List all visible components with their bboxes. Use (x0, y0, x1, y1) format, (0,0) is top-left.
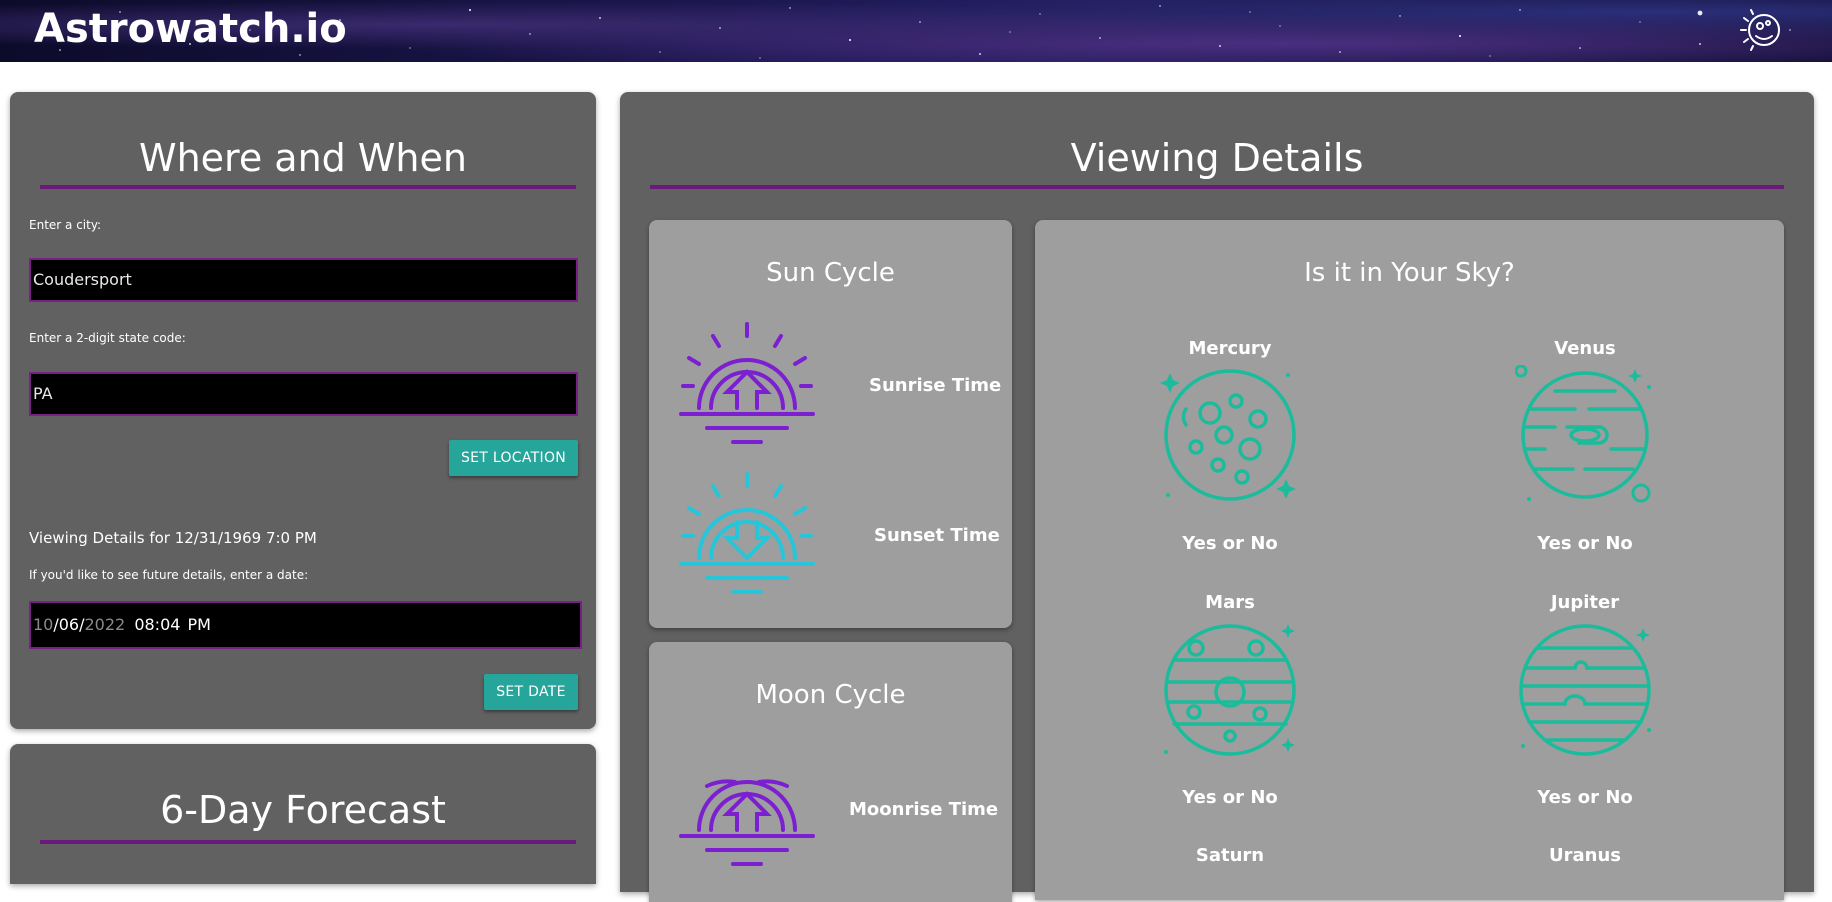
planet-status-mercury: Yes or No (1182, 533, 1278, 554)
viewing-details-card: Viewing Details Sun Cycle Sunrise Time S… (620, 92, 1814, 902)
planet-status-mars: Yes or No (1182, 787, 1278, 808)
date-ampm: PM (187, 615, 211, 634)
sky-title: Is it in Your Sky? (1304, 258, 1515, 288)
planet-status-venus: Yes or No (1537, 533, 1633, 554)
viewing-details-text: Viewing Details for 12/31/1969 7:0 PM (29, 529, 317, 547)
title-divider (650, 185, 1784, 189)
forecast-card: 6-Day Forecast (10, 744, 596, 884)
date-year: 2022 (84, 615, 126, 634)
title-divider (40, 840, 576, 844)
state-label: Enter a 2-digit state code: (29, 331, 186, 345)
moonrise-icon (679, 779, 815, 866)
moonrise-time-label: Moonrise Time (849, 799, 999, 820)
venus-icon (1515, 365, 1651, 503)
city-input[interactable]: Coudersport (29, 258, 578, 302)
sky-card: Is it in Your Sky? Mercury Yes or No Ven… (1035, 220, 1784, 900)
future-date-label: If you'd like to see future details, ent… (29, 568, 309, 582)
city-label: Enter a city: (29, 218, 102, 232)
state-input[interactable]: PA (29, 372, 578, 416)
date-day: 06 (58, 615, 80, 634)
moon-cycle-title: Moon Cycle (755, 680, 906, 710)
app-header: Astrowatch.io (0, 0, 1832, 62)
date-input[interactable]: 10/06/2022 08:04 PM (29, 601, 582, 649)
planet-name-venus: Venus (1554, 338, 1616, 359)
state-input-value: PA (33, 384, 53, 403)
date-month: 10 (33, 615, 54, 634)
sun-cycle-card: Sun Cycle Sunrise Time Sunset Time (649, 220, 1012, 628)
jupiter-icon (1519, 624, 1651, 756)
planet-name-mars: Mars (1205, 592, 1255, 613)
galaxy-eye-icon[interactable] (1736, 4, 1790, 56)
planet-name-mercury: Mercury (1188, 338, 1272, 359)
sunset-time-label: Sunset Time (874, 525, 1000, 546)
title-divider (40, 185, 576, 189)
sunrise-icon (679, 322, 815, 444)
forecast-title: 6-Day Forecast (160, 788, 446, 832)
set-location-button[interactable]: SET LOCATION (449, 440, 578, 476)
sun-cycle-title: Sun Cycle (766, 258, 895, 288)
set-date-button[interactable]: SET DATE (484, 674, 578, 710)
where-when-title: Where and When (139, 136, 467, 180)
planet-status-jupiter: Yes or No (1537, 787, 1633, 808)
mars-icon (1164, 624, 1296, 756)
moon-cycle-card: Moon Cycle Moonrise Time (649, 642, 1012, 902)
sunrise-time-label: Sunrise Time (869, 375, 1002, 396)
sunset-icon (679, 472, 815, 594)
date-time: 08:04 (134, 615, 181, 634)
viewing-details-title: Viewing Details (1070, 136, 1364, 180)
mercury-icon (1160, 369, 1296, 501)
planet-name-jupiter: Jupiter (1550, 592, 1620, 613)
where-when-card: Where and When Enter a city: Coudersport… (10, 92, 596, 729)
brand-title[interactable]: Astrowatch.io (34, 6, 347, 52)
city-input-value: Coudersport (33, 270, 132, 289)
